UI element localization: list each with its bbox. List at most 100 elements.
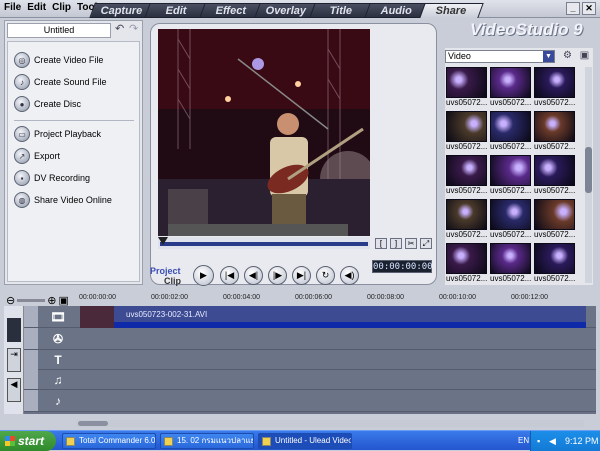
- thumbnail-label: uvs05072...: [490, 98, 531, 108]
- track-lock-icon[interactable]: [24, 328, 38, 350]
- scrubber-thumb[interactable]: [158, 237, 168, 245]
- thumbnail-image: [447, 156, 486, 185]
- library-thumbnail[interactable]: uvs05072...: [446, 199, 487, 240]
- folder-icon[interactable]: ▣: [578, 49, 591, 62]
- clock[interactable]: 9:12 PM: [565, 431, 599, 451]
- timeline-view-icon[interactable]: ⇥: [7, 348, 21, 372]
- clip-name: uvs050723-002-31.AVI: [126, 310, 208, 319]
- timeline-scroll-thumb[interactable]: [78, 421, 108, 426]
- title-track[interactable]: T: [38, 350, 596, 370]
- menu-edit[interactable]: Edit: [27, 2, 46, 13]
- minimize-icon[interactable]: _: [566, 2, 580, 15]
- library-thumbnail[interactable]: uvs05072...: [446, 243, 487, 284]
- mark-in-icon[interactable]: [: [375, 238, 387, 249]
- library-thumbnail[interactable]: uvs05072...: [534, 243, 575, 284]
- thumbnail-label: uvs05072...: [446, 98, 487, 108]
- play-button[interactable]: ▶: [193, 265, 214, 286]
- expand-icon[interactable]: ⤢: [420, 238, 432, 249]
- task-ulead-video[interactable]: Untitled - Ulead Video...: [258, 433, 352, 449]
- mark-out-icon[interactable]: ]: [390, 238, 402, 249]
- volume-icon[interactable]: ◀: [549, 431, 556, 451]
- video-track[interactable]: 🎞 uvs050723-002-31.AVI: [38, 306, 596, 328]
- library-scroll-thumb[interactable]: [585, 147, 592, 193]
- ruler-tick-label: 00:00:00:00: [79, 294, 116, 301]
- storyboard-view-icon[interactable]: [7, 318, 21, 342]
- library-manager-icon[interactable]: ⚙: [561, 49, 574, 62]
- dv-recording-button[interactable]: ▪ DV Recording: [14, 170, 90, 186]
- library-thumbnail[interactable]: uvs05072...: [534, 199, 575, 240]
- track-lock-icon[interactable]: [24, 390, 38, 412]
- audio-view-icon[interactable]: ◀: [7, 378, 21, 402]
- share-options: ◎ Create Video File ♪ Create Sound File …: [7, 41, 140, 282]
- library-thumbnail[interactable]: uvs05072...: [490, 111, 531, 152]
- timeline-scrollbar[interactable]: [76, 420, 584, 427]
- scrubber-track: [160, 242, 368, 246]
- clip-mode-label[interactable]: Clip: [164, 276, 181, 286]
- previous-frame-button[interactable]: ◀|: [244, 266, 263, 285]
- start-label: start: [18, 434, 45, 448]
- task-folder[interactable]: 15. 02 กรมแนวปลาแยก...: [160, 433, 254, 449]
- export-button[interactable]: ↗ Export: [14, 148, 60, 164]
- divider: [14, 120, 134, 121]
- project-mode-label[interactable]: Project: [150, 266, 181, 276]
- library-category-value: Video: [448, 51, 471, 61]
- library-thumbnail[interactable]: uvs05072...: [490, 199, 531, 240]
- timeline-clip[interactable]: uvs050723-002-31.AVI: [80, 306, 586, 328]
- create-video-file-button[interactable]: ◎ Create Video File: [14, 52, 103, 68]
- task-total-commander[interactable]: Total Commander 6.0...: [62, 433, 156, 449]
- project-playback-button[interactable]: ▭ Project Playback: [14, 126, 101, 142]
- overlay-track[interactable]: ✇: [38, 328, 596, 350]
- app-window: File Edit Clip Tools Capture Edit Effect…: [0, 0, 600, 430]
- share-video-online-button[interactable]: ◍ Share Video Online: [14, 192, 112, 208]
- library-scrollbar[interactable]: [585, 67, 592, 283]
- track-lock-icon[interactable]: [24, 350, 38, 372]
- tab-overlay-label: Overlay: [265, 5, 307, 17]
- menu-file[interactable]: File: [4, 2, 21, 13]
- timecode-display[interactable]: 00:00:00:00: [372, 260, 433, 273]
- menu-clip[interactable]: Clip: [52, 2, 71, 13]
- project-clip-toggle[interactable]: Project Clip: [150, 266, 181, 286]
- go-to-start-button[interactable]: |◀: [220, 266, 239, 285]
- create-sound-file-button[interactable]: ♪ Create Sound File: [14, 74, 107, 90]
- music-track[interactable]: ♪: [38, 390, 596, 412]
- tab-title-label: Title: [329, 5, 353, 17]
- timeline: ⇥ ◀ 🎞 uvs050723-002-31.AVI ✇ T ♫ ♪: [4, 306, 596, 414]
- network-icon[interactable]: ▪: [537, 431, 540, 451]
- preview-scrubber[interactable]: [158, 237, 370, 249]
- go-to-end-button[interactable]: ▶|: [292, 266, 311, 285]
- library-thumbnail[interactable]: uvs05072...: [490, 67, 531, 108]
- track-lock-icon[interactable]: [24, 370, 38, 390]
- thumbnail-image: [447, 244, 486, 273]
- timeline-ruler[interactable]: 00:00:00:00 00:00:02:00 00:00:04:00 00:00:0…: [79, 293, 586, 305]
- create-disc-button[interactable]: ● Create Disc: [14, 96, 81, 112]
- repeat-button[interactable]: ↻: [316, 266, 335, 285]
- cut-icon[interactable]: ✂: [405, 238, 417, 249]
- close-icon[interactable]: ✕: [582, 2, 596, 15]
- thumbnail-label: uvs05072...: [446, 186, 487, 196]
- library-thumbnail[interactable]: uvs05072...: [534, 155, 575, 196]
- track-lock-icon[interactable]: [24, 306, 38, 328]
- thumbnail-label: uvs05072...: [534, 98, 575, 108]
- film-reel-icon: ◎: [14, 52, 30, 68]
- preview-screen: [158, 29, 370, 236]
- library-thumbnail[interactable]: uvs05072...: [446, 67, 487, 108]
- library-thumbnail[interactable]: uvs05072...: [534, 111, 575, 152]
- language-indicator[interactable]: EN: [518, 431, 529, 451]
- library-thumbnail[interactable]: uvs05072...: [490, 155, 531, 196]
- tab-share-label: Share: [435, 5, 467, 17]
- zoom-slider[interactable]: [17, 299, 46, 302]
- volume-button[interactable]: ◀): [340, 266, 359, 285]
- library-thumbnail[interactable]: uvs05072...: [490, 243, 531, 284]
- undo-icon[interactable]: ↶: [115, 23, 127, 36]
- next-frame-button[interactable]: |▶: [268, 266, 287, 285]
- voice-track[interactable]: ♫: [38, 370, 596, 390]
- library-thumbnail[interactable]: uvs05072...: [446, 111, 487, 152]
- tab-share[interactable]: Share: [419, 3, 484, 18]
- redo-icon[interactable]: ↷: [129, 23, 141, 36]
- library-thumbnail[interactable]: uvs05072...: [534, 67, 575, 108]
- library-thumbnail[interactable]: uvs05072...: [446, 155, 487, 196]
- thumbnail-image: [535, 68, 574, 97]
- library-category-select[interactable]: Video ▼: [445, 50, 555, 63]
- overlay-track-icon: ✇: [52, 332, 64, 346]
- start-button[interactable]: start: [0, 431, 56, 451]
